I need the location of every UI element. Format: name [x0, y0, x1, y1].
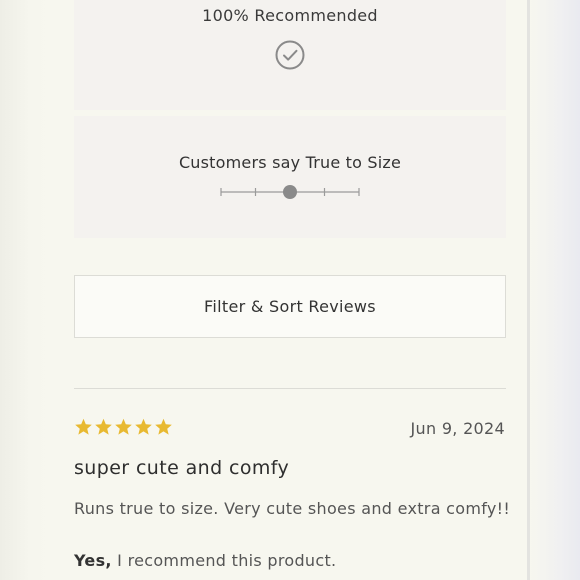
screen-edge	[527, 0, 530, 580]
recommend-text: I recommend this product.	[111, 551, 337, 570]
size-fit-label: Customers say True to Size	[178, 153, 402, 172]
size-fit-scale	[220, 185, 360, 199]
review-date: Jun 9, 2024	[410, 419, 505, 438]
size-fit-summary: Customers say True to Size	[74, 116, 506, 238]
reviews-page: 100% Recommended Customers say True to S…	[0, 0, 580, 580]
star-icon	[135, 418, 152, 435]
star-icon	[95, 418, 112, 435]
filter-sort-label: Filter & Sort Reviews	[204, 297, 376, 316]
star-icon	[75, 418, 92, 435]
check-circle-icon	[275, 40, 305, 70]
star-icon	[155, 418, 172, 435]
review-body: Runs true to size. Very cute shoes and e…	[74, 499, 511, 518]
section-divider	[74, 388, 506, 389]
recommendation-summary: 100% Recommended	[74, 0, 506, 110]
review-title: super cute and comfy	[74, 457, 290, 479]
filter-sort-button[interactable]: Filter & Sort Reviews	[74, 275, 506, 338]
review-recommendation: Yes, I recommend this product.	[74, 551, 336, 570]
star-icon	[115, 418, 132, 435]
review-star-rating	[74, 417, 173, 441]
recommended-percentage: 100% Recommended	[202, 6, 378, 25]
size-scale-marker	[283, 185, 297, 199]
recommend-yes-label: Yes,	[74, 551, 112, 570]
